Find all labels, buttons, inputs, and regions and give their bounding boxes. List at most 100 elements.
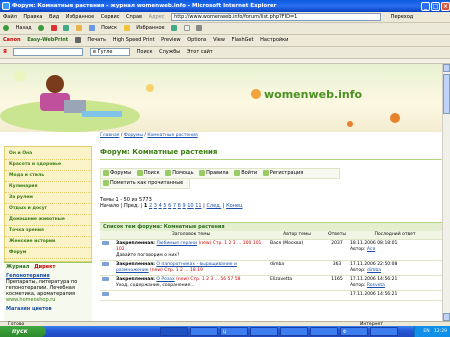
refresh-icon[interactable] <box>63 24 70 31</box>
topic-author[interactable] <box>268 290 326 301</box>
topic-title[interactable]: О Розах <box>156 277 174 282</box>
sidebar-tab-direct[interactable]: Директ <box>34 264 55 270</box>
pager-link[interactable]: 4 <box>159 203 162 209</box>
pager-link[interactable]: 3 <box>154 203 157 209</box>
options-button[interactable]: Options <box>187 37 206 43</box>
breadcrumb-forums[interactable]: Форумы <box>124 133 143 138</box>
forum-menu-help[interactable]: Помощь <box>172 170 193 176</box>
nav-item-beauty[interactable]: Красота и здоровье <box>5 160 91 171</box>
address-input[interactable]: http://www.womenweb.info/forum/list.php?… <box>171 12 382 21</box>
breadcrumb-current[interactable]: Комнатные растения <box>147 133 197 138</box>
stop-icon[interactable] <box>50 24 57 31</box>
taskbar-item[interactable]: Ф <box>340 327 368 336</box>
nav-item-pets[interactable]: Домашние животные <box>5 215 91 226</box>
home-icon[interactable] <box>75 24 82 31</box>
maximize-button[interactable]: □ <box>431 1 440 11</box>
taskbar-item[interactable] <box>310 327 338 336</box>
mark-read-button[interactable]: Пометить как прочитанные <box>110 180 183 186</box>
topic-author[interactable]: Вася (Москва) <box>268 239 326 261</box>
forum-menu-register[interactable]: Регистрация <box>270 170 304 176</box>
close-button[interactable]: × <box>441 1 450 11</box>
favorites-icon[interactable] <box>123 24 130 31</box>
settings-button[interactable]: Настройки <box>260 37 288 43</box>
back-icon[interactable] <box>3 24 9 31</box>
menu-file[interactable]: Файл <box>3 14 17 20</box>
preview-button[interactable]: Preview <box>161 37 180 43</box>
pager-link[interactable]: 9 <box>182 203 185 209</box>
table-row[interactable]: Закрепленная: О Розах (new) Стр. 1 2 3 .… <box>100 275 442 291</box>
topic-last-by[interactable]: Rosveta <box>367 283 385 288</box>
pager-link[interactable]: 11 <box>195 203 201 209</box>
nav-item-cooking[interactable]: Кулинария <box>5 182 91 193</box>
menu-favorites[interactable]: Избранное <box>66 14 94 20</box>
favorites-button[interactable]: Избранное <box>136 25 164 31</box>
taskbar-item[interactable] <box>190 327 218 336</box>
table-row[interactable]: Закрепленная: Любимые герани (new) Стр. … <box>100 239 442 261</box>
vertical-scrollbar[interactable] <box>442 64 450 321</box>
language-indicator[interactable]: EN <box>423 329 429 334</box>
services-button[interactable]: Службы <box>159 49 180 55</box>
table-row[interactable]: Закрепленная: О папоротниках - выращиван… <box>100 260 442 276</box>
topic-title[interactable]: Любимые герани <box>156 241 197 246</box>
start-button[interactable]: пуск <box>0 326 46 337</box>
sidebar-tab-journal[interactable]: Журнал <box>6 264 29 270</box>
scroll-down-arrow[interactable] <box>443 313 450 321</box>
taskbar-item[interactable] <box>370 327 398 336</box>
nav-item-leisure[interactable]: Отдых и досуг <box>5 204 91 215</box>
print-icon[interactable] <box>196 24 203 31</box>
nav-item-fashion[interactable]: Мода и стиль <box>5 171 91 182</box>
forum-menu-search[interactable]: Поиск <box>144 170 160 176</box>
pager-last[interactable]: Конец <box>226 203 242 209</box>
forum-menu-login[interactable]: Войти <box>241 170 257 176</box>
search-engine-select[interactable]: в Гугле <box>90 47 131 56</box>
search-icon[interactable] <box>88 24 95 31</box>
nav-item-stories[interactable]: Женские истории <box>5 237 91 248</box>
menu-help[interactable]: Справ <box>126 14 142 20</box>
breadcrumb-home[interactable]: Главная <box>100 133 119 138</box>
menu-view[interactable]: Вид <box>49 14 59 20</box>
flashget-button[interactable]: FlashGet <box>232 37 254 43</box>
taskbar-item[interactable] <box>280 327 308 336</box>
pager-link[interactable]: 2 <box>149 203 152 209</box>
search-toolbar-button[interactable]: Поиск <box>137 49 153 55</box>
topic-last-by[interactable]: dimba <box>367 268 381 273</box>
site-logo[interactable]: womenweb.info <box>264 88 362 101</box>
pager-link[interactable]: 5 <box>163 203 166 209</box>
nav-item-forum[interactable]: Форум <box>5 248 91 259</box>
table-row[interactable]: 17.11.2006 14:56:21 <box>100 290 442 301</box>
topic-author[interactable]: Elizavetta <box>268 275 326 291</box>
pager-link[interactable]: 6 <box>168 203 171 209</box>
minimize-button[interactable]: _ <box>421 1 430 11</box>
scroll-thumb[interactable] <box>443 74 450 114</box>
forum-menu-rules[interactable]: Правила <box>206 170 228 176</box>
search-button[interactable]: Поиск <box>101 25 117 31</box>
nav-item-viewpoint[interactable]: Точка зрения <box>5 226 91 237</box>
topic-author[interactable]: dimba <box>268 260 326 276</box>
topic-title[interactable] <box>114 290 268 301</box>
easy-webprint[interactable]: Easy-WebPrint <box>27 37 68 43</box>
ad-url[interactable]: www.homeoshop.ru <box>4 297 92 303</box>
view-button[interactable]: View <box>213 37 225 43</box>
print-button[interactable]: Печать <box>87 37 106 43</box>
scroll-up-arrow[interactable] <box>443 64 450 72</box>
taskbar-item[interactable]: Ц <box>220 327 248 336</box>
this-site-button[interactable]: Этот сайт <box>187 49 213 55</box>
menu-tools[interactable]: Сервис <box>101 14 120 20</box>
high-speed-print-button[interactable]: High Speed Print <box>113 37 155 43</box>
taskbar-item[interactable] <box>250 327 278 336</box>
pager-link[interactable]: 10 <box>187 203 193 209</box>
forum-menu-forums[interactable]: Форумы <box>110 170 131 176</box>
mail-icon[interactable] <box>183 24 190 31</box>
menu-edit[interactable]: Правка <box>23 14 42 20</box>
nav-item-he-she[interactable]: Он и Она <box>5 149 91 160</box>
go-button[interactable]: Переход <box>391 14 414 20</box>
back-button[interactable]: Назад <box>16 25 32 31</box>
ad2-title[interactable]: Магазин цветов <box>4 306 92 312</box>
search-toolbar-input[interactable] <box>13 47 84 56</box>
pager-link[interactable]: 7 <box>173 203 176 209</box>
nav-item-driving[interactable]: За рулем <box>5 193 91 204</box>
forward-icon[interactable] <box>38 24 45 31</box>
history-icon[interactable] <box>171 24 178 31</box>
pager-next[interactable]: След. <box>206 203 221 209</box>
taskbar-item[interactable] <box>160 327 188 336</box>
